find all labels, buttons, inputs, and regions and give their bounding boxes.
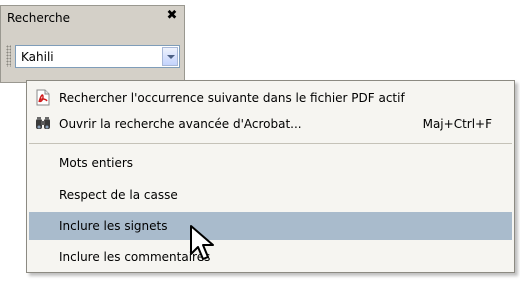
menu-item-include-bookmarks[interactable]: Inclure les signets <box>29 212 512 240</box>
chevron-down-icon[interactable] <box>162 47 178 66</box>
menu-item-whole-words[interactable]: Mots entiers <box>29 150 512 175</box>
toolbar-grip-handle[interactable] <box>6 45 11 67</box>
mouse-pointer-icon <box>190 225 214 260</box>
menu-separator <box>29 143 512 144</box>
menu-item-label: Respect de la casse <box>59 187 178 202</box>
toolbar-title: Recherche <box>7 11 71 25</box>
menu-item-label: Rechercher l'occurrence suivante dans le… <box>59 90 405 105</box>
close-icon[interactable]: ✖ <box>166 9 178 23</box>
menu-item-label: Mots entiers <box>59 155 134 170</box>
menu-item-shortcut: Maj+Ctrl+F <box>422 116 492 131</box>
search-input[interactable] <box>21 49 151 64</box>
search-combobox[interactable] <box>15 45 180 68</box>
menu-item-find-next-in-pdf[interactable]: Rechercher l'occurrence suivante dans le… <box>29 85 512 110</box>
menu-item-open-advanced-search[interactable]: Ouvrir la recherche avancée d'Acrobat...… <box>29 111 512 136</box>
search-toolbar: Recherche ✖ <box>0 5 185 83</box>
pdf-document-icon <box>34 89 52 106</box>
menu-item-label: Ouvrir la recherche avancée d'Acrobat... <box>59 116 302 131</box>
menu-item-include-comments[interactable]: Inclure les commentaires <box>29 244 512 269</box>
search-options-menu: Rechercher l'occurrence suivante dans le… <box>26 80 515 273</box>
menu-item-label: Inclure les signets <box>59 219 168 233</box>
menu-item-case-sensitive[interactable]: Respect de la casse <box>29 182 512 207</box>
menu-item-label: Inclure les commentaires <box>59 249 211 264</box>
binoculars-icon <box>34 115 52 132</box>
